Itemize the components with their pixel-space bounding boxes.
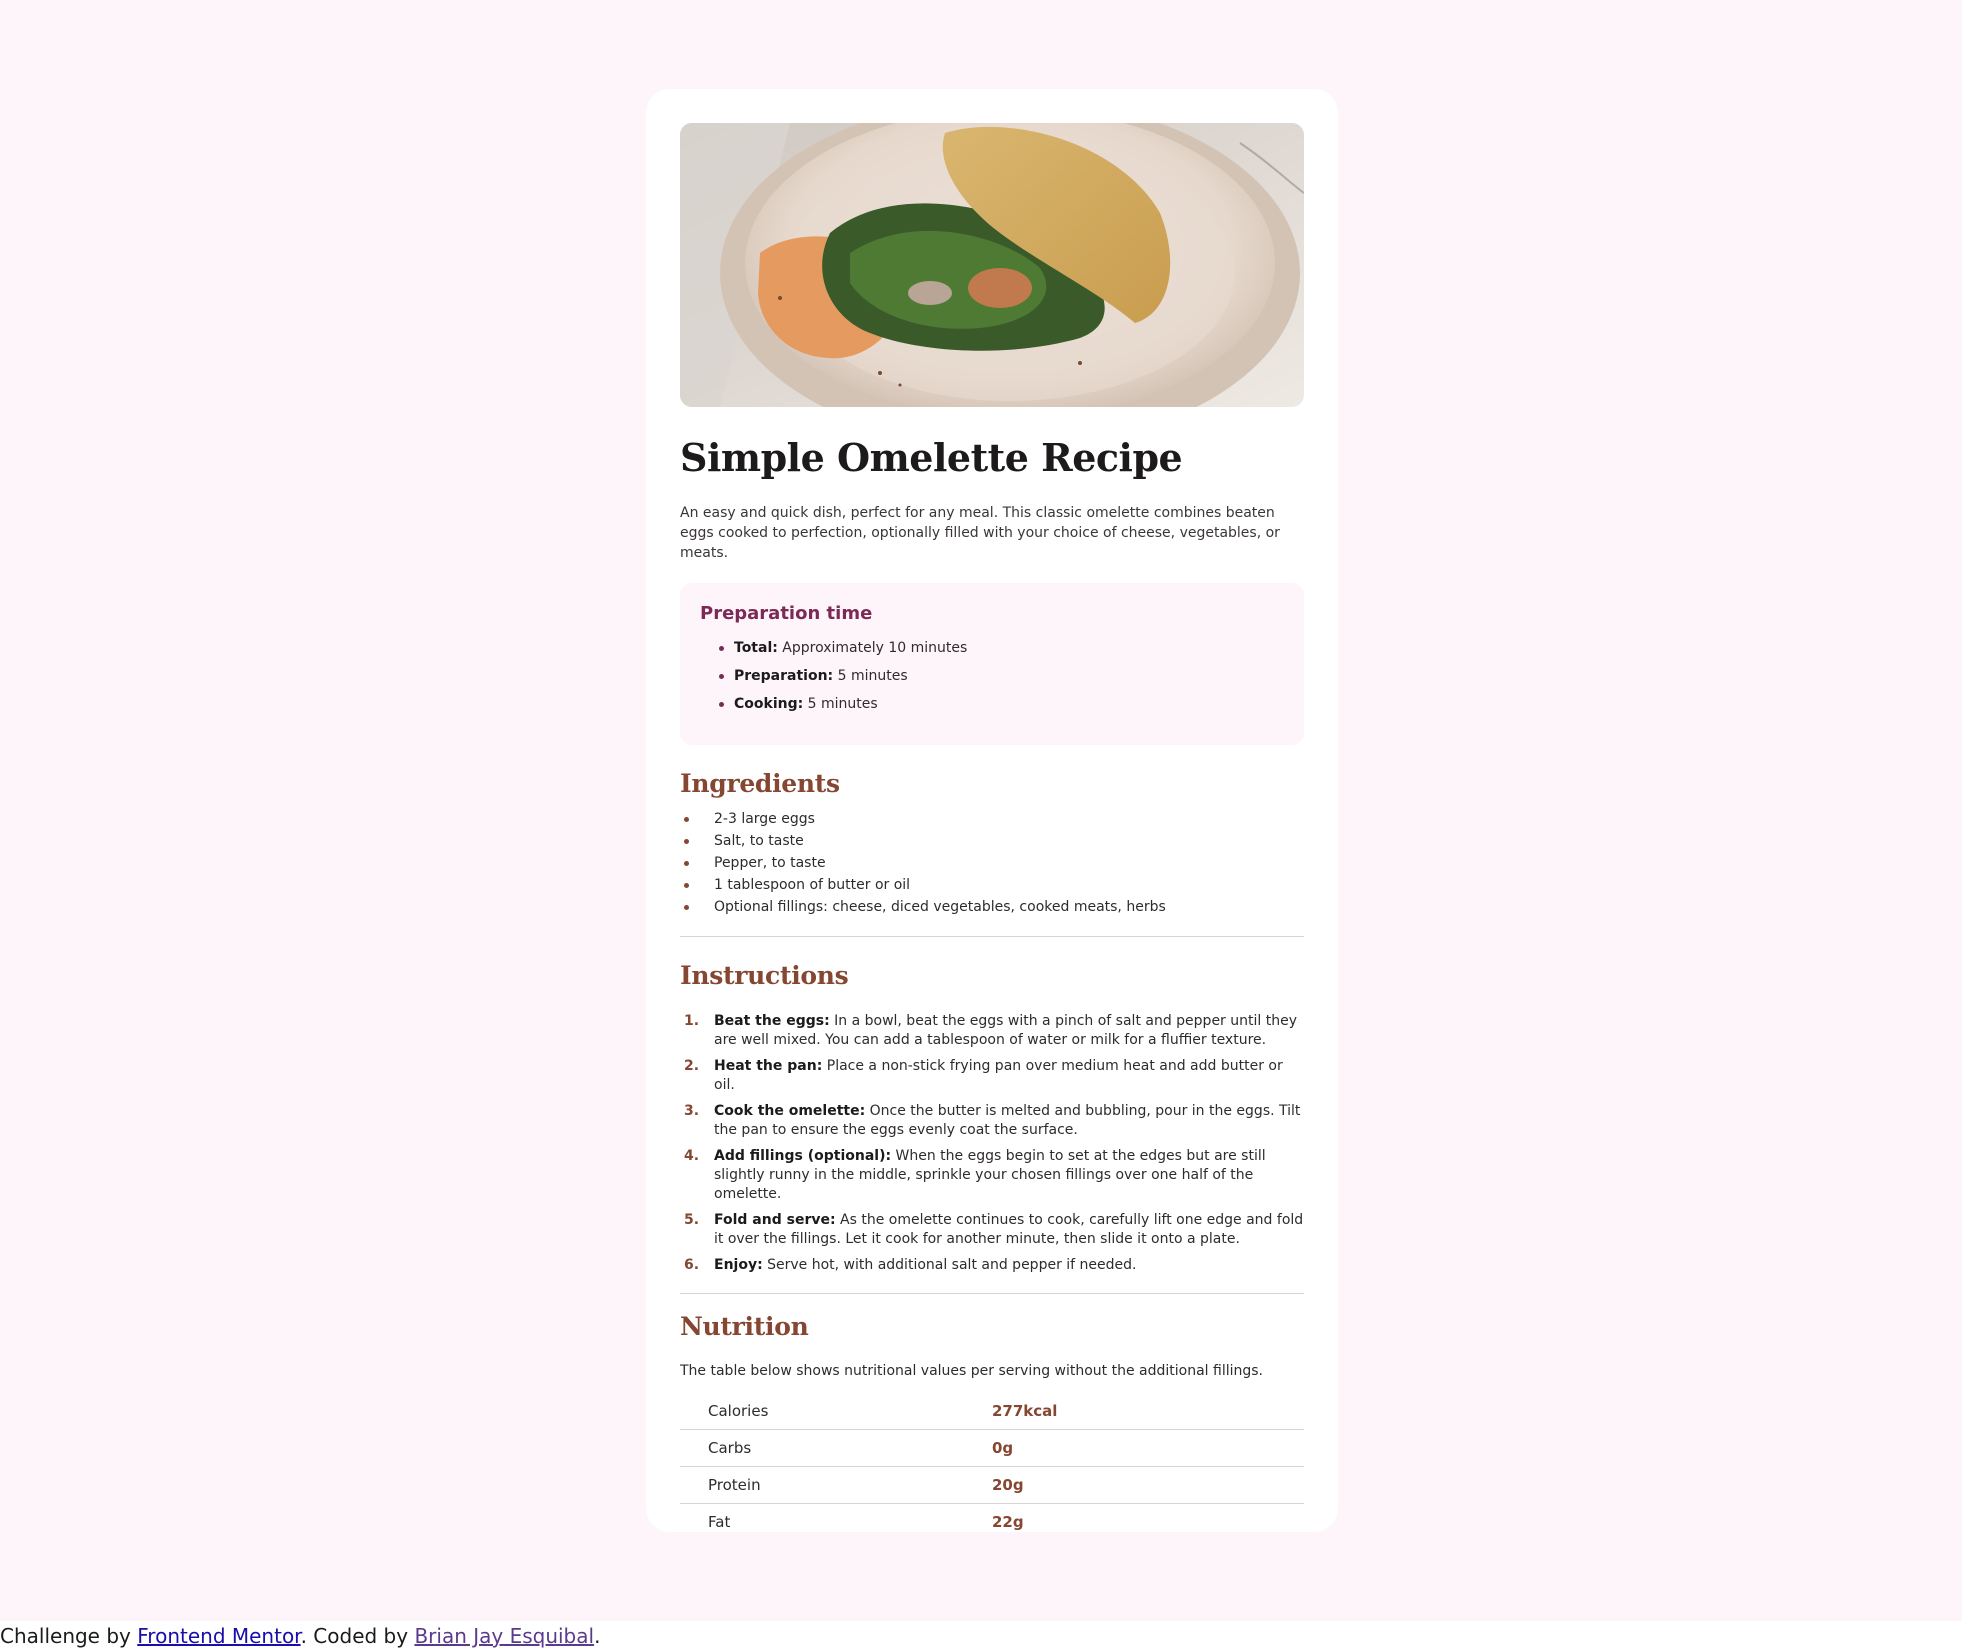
preparation-item-label: Preparation:	[734, 667, 834, 684]
instruction-step: 3. Cook the omelette: Once the butter is …	[680, 1102, 1304, 1140]
preparation-item-label: Cooking:	[734, 695, 804, 712]
preparation-item-preparation: Preparation: 5 minutes	[718, 662, 1284, 690]
nutrition-label: Fat	[708, 1512, 731, 1531]
ingredient-item: 2-3 large eggs	[680, 808, 1304, 830]
nutrition-label: Calories	[708, 1401, 769, 1420]
nutrition-description: The table below shows nutritional values…	[680, 1362, 1264, 1379]
nutrition-label: Carbs	[708, 1438, 752, 1457]
preparation-item-total: Total: Approximately 10 minutes	[718, 634, 1284, 662]
frontend-mentor-link[interactable]: Frontend Mentor	[137, 1624, 300, 1648]
step-number: 6.	[684, 1256, 700, 1273]
nutrition-value: 22g	[992, 1512, 1024, 1531]
preparation-item-cooking: Cooking: 5 minutes	[718, 690, 1284, 718]
recipe-hero-image	[680, 123, 1304, 407]
step-number: 2.	[684, 1057, 700, 1074]
step-label: Beat the eggs:	[714, 1012, 830, 1029]
nutrition-row-fat: Fat 22g	[680, 1504, 1304, 1540]
ingredients-section: Ingredients 2-3 large eggs Salt, to tast…	[680, 769, 1304, 918]
ingredient-item: Salt, to taste	[680, 830, 1304, 852]
attribution-prefix: Challenge by	[0, 1624, 138, 1648]
attribution-footer: Challenge by Frontend Mentor. Coded by B…	[0, 1623, 600, 1649]
nutrition-value: 20g	[992, 1475, 1024, 1494]
nutrition-label: Protein	[708, 1475, 761, 1494]
instruction-step: 6. Enjoy: Serve hot, with additional salt…	[680, 1256, 1304, 1275]
instruction-step: 2. Heat the pan: Place a non-stick frying…	[680, 1057, 1304, 1095]
step-number: 1.	[684, 1012, 700, 1029]
step-number: 3.	[684, 1102, 700, 1119]
step-label: Add fillings (optional):	[714, 1147, 892, 1164]
nutrition-value: 0g	[992, 1438, 1014, 1457]
preparation-time-box: Preparation time Total: Approximately 10…	[680, 582, 1304, 745]
preparation-item-value: 5 minutes	[833, 667, 908, 684]
attribution-suffix: .	[594, 1624, 601, 1648]
instruction-step: 5. Fold and serve: As the omelette contin…	[680, 1211, 1304, 1249]
nutrition-row-calories: Calories 277kcal	[680, 1393, 1304, 1430]
ingredients-title: Ingredients	[680, 768, 840, 798]
step-label: Cook the omelette:	[714, 1102, 866, 1119]
recipe-title: Simple Omelette Recipe	[680, 435, 1183, 480]
nutrition-table: Calories 277kcal Carbs 0g Protein 20g Fat 22…	[680, 1393, 1304, 1540]
instructions-title: Instructions	[680, 960, 849, 990]
step-label: Heat the pan:	[714, 1057, 823, 1074]
step-label: Enjoy:	[714, 1256, 763, 1273]
author-link[interactable]: Brian Jay Esquibal	[414, 1624, 594, 1648]
ingredient-item: Pepper, to taste	[680, 852, 1304, 874]
step-number: 5.	[684, 1211, 700, 1228]
nutrition-section: Nutrition The table below shows nutritio…	[680, 1312, 1304, 1540]
preparation-title: Preparation time	[700, 602, 873, 624]
nutrition-row-carbs: Carbs 0g	[680, 1430, 1304, 1467]
preparation-item-value: 5 minutes	[803, 695, 878, 712]
instruction-step: 1. Beat the eggs: In a bowl, beat the egg…	[680, 1012, 1304, 1050]
preparation-item-value: Approximately 10 minutes	[777, 639, 968, 656]
nutrition-value: 277kcal	[992, 1401, 1058, 1420]
step-label: Fold and serve:	[714, 1211, 836, 1228]
recipe-card: Simple Omelette Recipe An easy and quick…	[646, 89, 1338, 1532]
attribution-middle: . Coded by	[300, 1624, 415, 1648]
step-number: 4.	[684, 1147, 700, 1164]
instructions-list: 1. Beat the eggs: In a bowl, beat the egg…	[680, 1012, 1304, 1275]
instructions-section: Instructions 1. Beat the eggs: In a bowl,…	[680, 961, 1304, 1275]
section-divider	[680, 1292, 1304, 1294]
preparation-item-label: Total:	[734, 639, 778, 656]
nutrition-row-protein: Protein 20g	[680, 1467, 1304, 1504]
recipe-intro: An easy and quick dish, perfect for any …	[680, 504, 1280, 561]
ingredient-item: Optional fillings: cheese, diced vegetab…	[680, 896, 1304, 918]
instruction-step: 4. Add fillings (optional): When the eggs…	[680, 1147, 1304, 1204]
section-divider	[680, 935, 1304, 937]
preparation-list: Total: Approximately 10 minutes Preparat…	[700, 634, 1284, 718]
nutrition-title: Nutrition	[680, 1311, 809, 1341]
step-text: Serve hot, with additional salt and pepp…	[762, 1256, 1137, 1273]
ingredient-item: 1 tablespoon of butter or oil	[680, 874, 1304, 896]
ingredients-list: 2-3 large eggs Salt, to taste Pepper, to…	[680, 808, 1304, 918]
